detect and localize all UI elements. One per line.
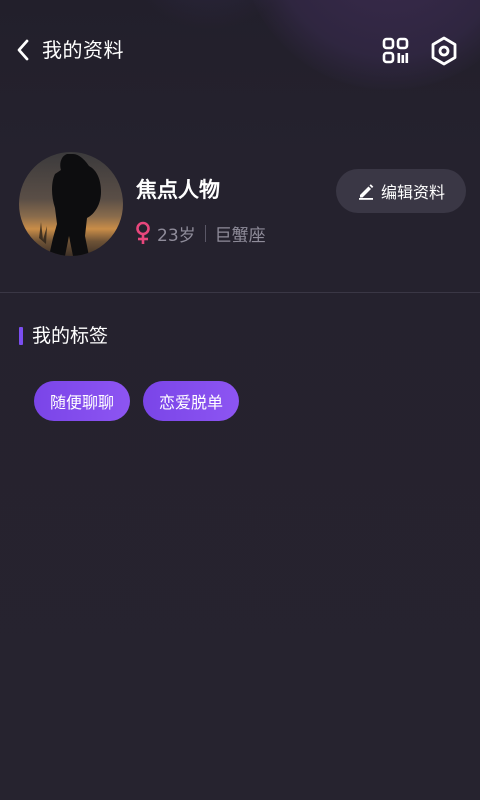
zodiac-text: 巨蟹座 — [214, 225, 266, 246]
top-bar: 我的资料 — [0, 0, 480, 100]
avatar[interactable] — [19, 152, 123, 256]
profile-meta: 23岁 巨蟹座 — [134, 220, 266, 246]
settings-button[interactable] — [429, 35, 459, 67]
tag-list: 随便聊聊 恋爱脱单 — [34, 381, 240, 421]
edit-profile-button[interactable]: 编辑资料 — [336, 169, 466, 213]
qr-code-button[interactable] — [381, 36, 411, 66]
pencil-icon — [358, 184, 374, 200]
back-button[interactable] — [8, 34, 38, 66]
age-text: 23岁 — [157, 225, 196, 246]
female-icon — [136, 221, 150, 244]
tags-section-title: 我的标签 — [32, 325, 109, 347]
meta-divider — [204, 224, 206, 242]
tag-chip[interactable]: 恋爱脱单 — [143, 381, 240, 421]
avatar-silhouette — [39, 154, 101, 256]
chevron-left-icon — [17, 39, 29, 61]
page-title: 我的资料 — [42, 38, 124, 62]
edit-profile-label: 编辑资料 — [380, 183, 445, 202]
qr-code-icon — [382, 37, 409, 64]
hexagon-settings-icon — [431, 36, 457, 66]
section-divider — [0, 292, 480, 293]
section-accent-bar — [19, 327, 23, 345]
tag-chip[interactable]: 随便聊聊 — [34, 381, 131, 421]
profile-screen: 我的资料 焦点人物 23岁 巨蟹座 编辑资料 我的标签 随便聊聊 恋爱脱单 — [0, 0, 480, 800]
nickname: 焦点人物 — [136, 178, 220, 202]
